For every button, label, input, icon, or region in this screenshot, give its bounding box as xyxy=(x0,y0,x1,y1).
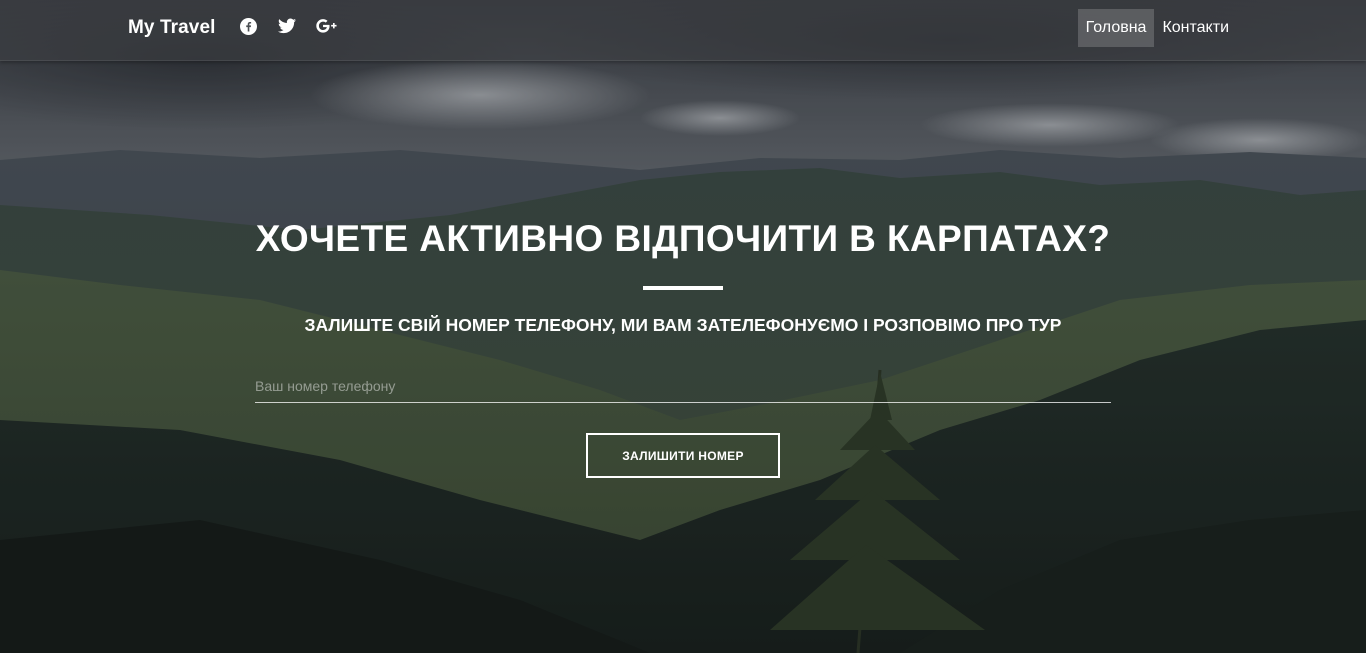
nav-links: Головна Контакти xyxy=(1077,9,1237,47)
nav-link-home[interactable]: Головна xyxy=(1077,9,1155,47)
phone-input[interactable] xyxy=(255,370,1111,403)
hero-title: ХОЧЕТЕ АКТИВНО ВІДПОЧИТИ В КАРПАТАХ? xyxy=(255,218,1111,259)
nav-link-contacts[interactable]: Контакти xyxy=(1154,9,1237,47)
facebook-icon[interactable] xyxy=(240,18,258,36)
page: My Travel Головна Контакти ХОЧЕТЕ АКТИВН… xyxy=(0,0,1366,653)
social-links xyxy=(240,18,337,36)
submit-phone-button[interactable]: ЗАЛИШИТИ НОМЕР xyxy=(586,433,780,478)
hero-subtitle: ЗАЛИШТЕ СВІЙ НОМЕР ТЕЛЕФОНУ, МИ ВАМ ЗАТЕ… xyxy=(304,315,1062,335)
google-plus-icon[interactable] xyxy=(316,18,337,36)
navbar: My Travel Головна Контакти xyxy=(0,0,1366,61)
brand-logo[interactable]: My Travel xyxy=(128,17,216,39)
title-divider xyxy=(643,286,723,290)
twitter-icon[interactable] xyxy=(278,18,296,36)
